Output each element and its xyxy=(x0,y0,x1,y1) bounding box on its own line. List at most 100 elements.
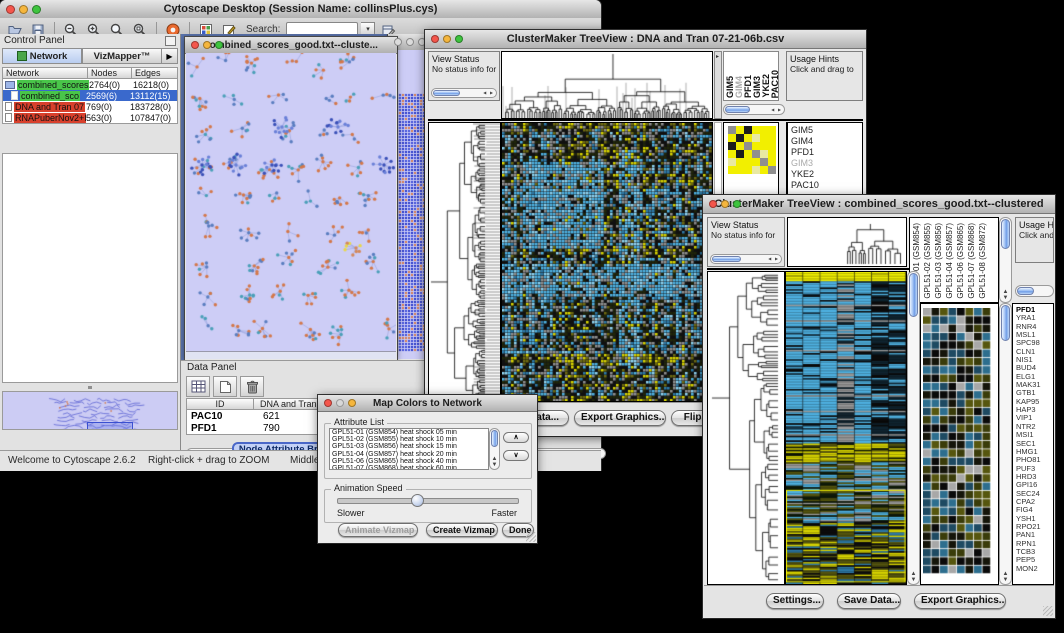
zoom-window-icon[interactable] xyxy=(348,399,356,407)
tv2-status-hscrollbar[interactable]: ◂ ▸ xyxy=(710,254,782,264)
scrollbar-thumb[interactable] xyxy=(1001,219,1010,249)
zoom-window-icon[interactable] xyxy=(455,35,463,43)
save-data-button[interactable]: Save Data... xyxy=(837,593,901,609)
close-icon[interactable] xyxy=(324,399,332,407)
tab-overflow-button[interactable]: ▶ xyxy=(162,48,178,64)
tv2-heatmap[interactable] xyxy=(785,271,907,585)
dialog-titlebar[interactable]: Map Colors to Network xyxy=(318,395,537,412)
close-icon[interactable] xyxy=(431,35,439,43)
zoom-window-icon[interactable] xyxy=(215,41,223,49)
attribute-list-vscrollbar[interactable]: ▲▼ xyxy=(489,428,500,470)
gene-label[interactable]: MON2 xyxy=(1016,565,1053,573)
overview-viewport[interactable] xyxy=(87,422,133,430)
tv2-zoom-heatmap[interactable] xyxy=(923,308,991,574)
speed-slider-track[interactable] xyxy=(337,498,519,504)
settings-button[interactable]: Settings... xyxy=(766,593,824,609)
tv2-genes-vscrollbar[interactable]: ▲▼ xyxy=(999,303,1012,585)
network-table-row[interactable]: DNA and Tran 07 769(0) 183728(0) xyxy=(3,101,177,112)
network-table-row[interactable]: combined_scores 2764(0) 16218(0) xyxy=(3,79,177,90)
scrollbar-thumb[interactable] xyxy=(712,256,741,262)
tv1-zoom-heatmap[interactable] xyxy=(728,126,776,174)
network-table-row[interactable]: combined_sco 2569(6) 13112(15) xyxy=(3,90,177,101)
speed-slider-thumb[interactable] xyxy=(411,494,424,507)
attribute-list-item[interactable]: GPL51-07 (GSM868) heat shock 60 min xyxy=(330,465,488,470)
panel-splitter[interactable] xyxy=(2,385,178,390)
column-label[interactable]: GPL51-06 (GSM865) xyxy=(956,223,966,299)
network-table-row[interactable]: RNAPuberNov2+I 563(0) 107847(0) xyxy=(3,112,177,123)
column-label[interactable]: GPL51-08 (GSM872) xyxy=(978,223,988,299)
attribute-list-item[interactable]: GPL51-04 (GSM857) heat shock 20 min xyxy=(330,451,488,458)
main-titlebar[interactable]: Cytoscape Desktop (Session Name: collins… xyxy=(0,0,601,19)
tv2-row-dendrogram[interactable] xyxy=(707,271,785,585)
resize-grip[interactable] xyxy=(526,532,536,542)
minimize-icon[interactable] xyxy=(443,35,451,43)
export-graphics-button[interactable]: Export Graphics... xyxy=(574,410,666,426)
tv1-row-dendrogram[interactable] xyxy=(428,122,501,402)
zoom-window-icon[interactable] xyxy=(32,5,41,14)
select-attributes-icon[interactable] xyxy=(186,376,210,397)
tv1-column-dendrogram[interactable] xyxy=(501,51,713,119)
attribute-list-item[interactable]: GPL51-03 (GSM856) heat shock 15 min xyxy=(330,443,488,450)
resize-grip[interactable] xyxy=(1043,606,1053,616)
delete-attribute-icon[interactable] xyxy=(240,376,264,397)
tv2-heatmap-vscrollbar[interactable]: ▲▼ xyxy=(907,271,920,585)
network1-titlebar[interactable]: combined_scores_good.txt--cluste... xyxy=(185,37,397,54)
gene-label[interactable]: GIM5 xyxy=(791,125,862,136)
gene-label[interactable]: PFD1 xyxy=(791,147,862,158)
scrollbar-thumb[interactable] xyxy=(1017,287,1034,295)
column-label[interactable]: YKE2 xyxy=(762,74,770,98)
tv2-column-dendrogram[interactable] xyxy=(787,217,907,267)
tv1-status-hscrollbar[interactable]: ◂ ▸ xyxy=(431,88,497,98)
minimize-icon[interactable] xyxy=(406,38,414,46)
move-down-button[interactable]: ∨ xyxy=(503,450,529,461)
new-attribute-icon[interactable] xyxy=(213,376,237,397)
scrollbar-thumb[interactable] xyxy=(491,430,498,447)
tv1-titlebar[interactable]: ClusterMaker TreeView : DNA and Tran 07-… xyxy=(425,30,866,49)
close-icon[interactable] xyxy=(191,41,199,49)
attribute-list-item[interactable]: GPL51-06 (GSM865) heat shock 40 min xyxy=(330,458,488,465)
minimize-icon[interactable] xyxy=(203,41,211,49)
tab-vizmapper[interactable]: VizMapper™ xyxy=(82,48,162,64)
gene-label[interactable]: PAC10 xyxy=(791,180,862,191)
column-label[interactable]: GIM4 xyxy=(735,76,743,98)
tv2-titlebar[interactable]: ClusterMaker TreeView : combined_scores_… xyxy=(703,195,1055,214)
column-label[interactable]: PAC10 xyxy=(771,70,779,98)
zoom-window-icon[interactable] xyxy=(733,200,741,208)
gene-label[interactable]: YKE2 xyxy=(791,169,862,180)
column-label[interactable]: GIM5 xyxy=(726,76,734,98)
gene-label[interactable]: GIM3 xyxy=(791,158,862,169)
close-icon[interactable] xyxy=(709,200,717,208)
network1-canvas[interactable] xyxy=(186,53,396,351)
minimize-icon[interactable] xyxy=(721,200,729,208)
tv1-heatmap[interactable] xyxy=(501,122,713,402)
close-icon[interactable] xyxy=(394,38,402,46)
minimize-icon[interactable] xyxy=(19,5,28,14)
scrollbar-thumb[interactable] xyxy=(1001,305,1010,341)
column-label[interactable]: GPL51-04 (GSM857) xyxy=(945,223,955,299)
scrollbar-thumb[interactable] xyxy=(433,90,460,96)
move-up-button[interactable]: ∧ xyxy=(503,432,529,443)
tv1-mid-strip[interactable]: ▸ xyxy=(714,51,722,119)
attribute-list-item[interactable]: GPL51-01 (GSM854) heat shock 05 min xyxy=(330,429,488,436)
close-icon[interactable] xyxy=(6,5,15,14)
attribute-list-item[interactable]: GPL51-02 (GSM855) heat shock 10 min xyxy=(330,436,488,443)
column-label[interactable]: GPL51-07 (GSM868) xyxy=(967,223,977,299)
minimize-icon[interactable] xyxy=(336,399,344,407)
tv1-labels-hscrollbar[interactable]: ◂ ▸ xyxy=(723,104,785,115)
float-panel-icon[interactable] xyxy=(165,36,176,46)
tv2-labels-vscrollbar[interactable]: ▲▼ xyxy=(999,217,1012,303)
tab-network[interactable]: Network xyxy=(2,48,82,64)
scrollbar-thumb[interactable] xyxy=(909,273,918,317)
gene-label[interactable]: GIM4 xyxy=(791,136,862,147)
export-graphics-button[interactable]: Export Graphics... xyxy=(914,593,1006,609)
animate-vizmap-button[interactable]: Animate Vizmap xyxy=(338,523,418,537)
network-tree-area[interactable] xyxy=(2,153,178,383)
column-label[interactable]: GPL51-02 (GSM855) xyxy=(923,223,933,299)
create-vizmap-button[interactable]: Create Vizmap xyxy=(426,523,498,537)
scrollbar-thumb[interactable] xyxy=(725,106,750,113)
column-label[interactable]: PFD1 xyxy=(744,75,752,98)
column-label[interactable]: GIM3 xyxy=(753,76,761,98)
column-label[interactable]: GPL51-03 (GSM856) xyxy=(934,223,944,299)
network1-scroll-strip[interactable] xyxy=(186,351,396,359)
tv2-hints-hscrollbar[interactable] xyxy=(1015,285,1054,297)
